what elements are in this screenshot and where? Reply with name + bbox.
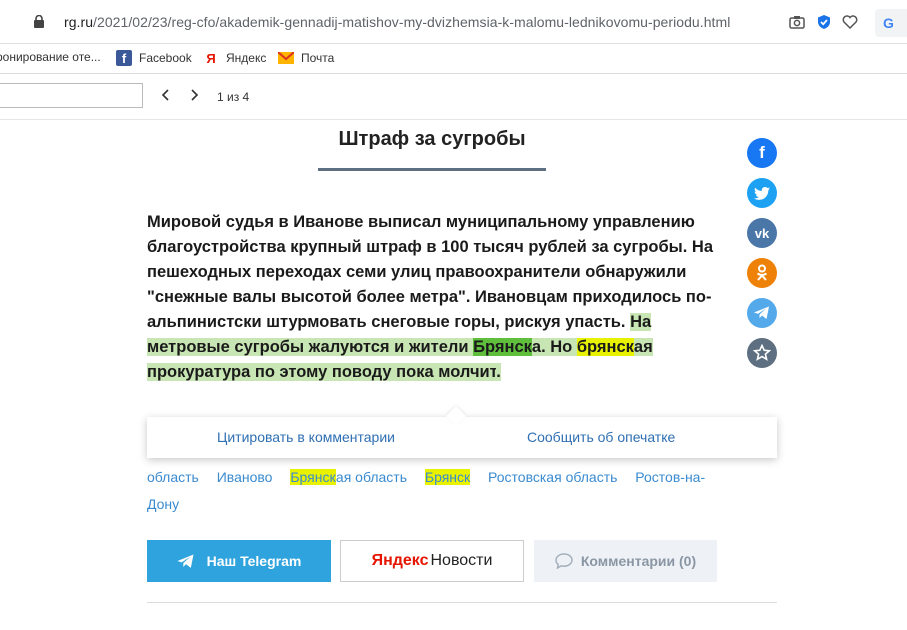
report-typo-link[interactable]: Сообщить об опечатке	[527, 429, 675, 445]
paragraph-text: Мировой судья в Иванове выписал муниципа…	[147, 213, 714, 331]
twitter-icon	[754, 186, 770, 200]
bookmark-label: Facebook	[139, 51, 192, 65]
url-host: rg.ru	[64, 14, 94, 30]
selected-text: а. Но	[531, 338, 577, 356]
share-ok-button[interactable]	[747, 258, 777, 288]
browser-toolbar: rg.ru/2021/02/23/reg-cfo/akademik-gennad…	[0, 0, 907, 44]
find-match: Брянск	[290, 469, 336, 485]
heart-icon[interactable]	[841, 13, 859, 31]
find-match-current: Брянск	[473, 338, 532, 356]
google-button[interactable]: G	[875, 9, 907, 37]
vk-icon: vk	[754, 225, 770, 241]
mail-icon	[278, 50, 294, 66]
share-telegram-button[interactable]	[747, 298, 777, 328]
find-match: Брянск	[424, 469, 471, 485]
facebook-icon: f	[759, 143, 765, 162]
tag-link[interactable]: Ростовская область	[488, 469, 617, 485]
find-bar: 1 из 4	[0, 74, 907, 120]
telegram-channel-button[interactable]: Наш Telegram	[147, 540, 331, 582]
tag-link-bryansk-region[interactable]: Брянская область	[290, 469, 407, 485]
yandex-logo: Яндекс	[371, 552, 429, 569]
bookmark-mail[interactable]: Почта	[278, 50, 334, 66]
article-paragraph: Мировой судья в Иванове выписал муниципа…	[147, 210, 722, 385]
bookmark-yandex[interactable]: Я Яндекс	[203, 50, 266, 66]
comments-button[interactable]: Комментарии (0)	[534, 540, 717, 582]
odnoklassniki-icon	[756, 264, 768, 281]
find-input[interactable]	[0, 83, 143, 108]
tag-link[interactable]: область	[147, 469, 199, 485]
paragraph-end: .	[496, 363, 501, 381]
article: Штраф за сугробы Мировой судья в Иванове…	[0, 120, 907, 630]
yandex-icon: Я	[206, 50, 216, 66]
tags-list: область Иваново Брянская область Брянск …	[147, 464, 722, 518]
share-vk-button[interactable]: vk	[747, 218, 777, 248]
find-next-icon[interactable]	[186, 87, 202, 103]
bookmark-label: Яндекс	[226, 51, 267, 65]
bookmark-label: Почта	[301, 51, 335, 65]
comment-bubble-icon	[555, 553, 573, 569]
url-path: /2021/02/23/reg-cfo/akademik-gennadij-ma…	[93, 14, 731, 30]
camera-icon[interactable]	[788, 13, 806, 31]
lock-icon	[34, 15, 44, 28]
title-underline	[318, 168, 546, 171]
yandex-news-label: Новости	[430, 552, 493, 569]
share-facebook-button[interactable]: f	[747, 138, 777, 168]
address-bar[interactable]: rg.ru/2021/02/23/reg-cfo/akademik-gennad…	[64, 14, 730, 30]
google-icon: G	[883, 15, 894, 31]
comments-label: Комментарии (0)	[580, 553, 697, 569]
article-subtitle: Штраф за сугробы	[338, 128, 526, 150]
find-match: брянск	[576, 338, 634, 356]
tag-link-bryansk[interactable]: Брянск	[424, 469, 471, 485]
bookmarks-bar: ронирование оте... f Facebook Я Яндекс П…	[0, 44, 907, 74]
star-icon	[753, 344, 771, 361]
telegram-icon	[177, 554, 194, 568]
bookmark-facebook[interactable]: f Facebook	[116, 50, 192, 66]
find-count: 1 из 4	[217, 90, 250, 104]
tag-text: ая область	[335, 469, 407, 485]
selection-popup: Цитировать в комментарии Сообщить об опе…	[147, 417, 777, 458]
yandex-news-button[interactable]: Яндекс Новости	[340, 540, 524, 582]
find-prev-icon[interactable]	[158, 87, 174, 103]
shield-check-icon[interactable]	[815, 13, 833, 31]
quote-in-comment-link[interactable]: Цитировать в комментарии	[217, 429, 395, 445]
bookmark-label: ронирование оте...	[0, 50, 101, 64]
telegram-icon	[754, 306, 769, 319]
share-twitter-button[interactable]	[747, 178, 777, 208]
divider	[147, 602, 777, 603]
facebook-icon: f	[116, 50, 132, 66]
telegram-button-label: Наш Telegram	[206, 553, 302, 569]
bookmark-star-button[interactable]	[747, 338, 777, 368]
bookmark-hotel[interactable]: ронирование оте...	[0, 50, 101, 64]
tag-link[interactable]: Иваново	[217, 469, 273, 485]
